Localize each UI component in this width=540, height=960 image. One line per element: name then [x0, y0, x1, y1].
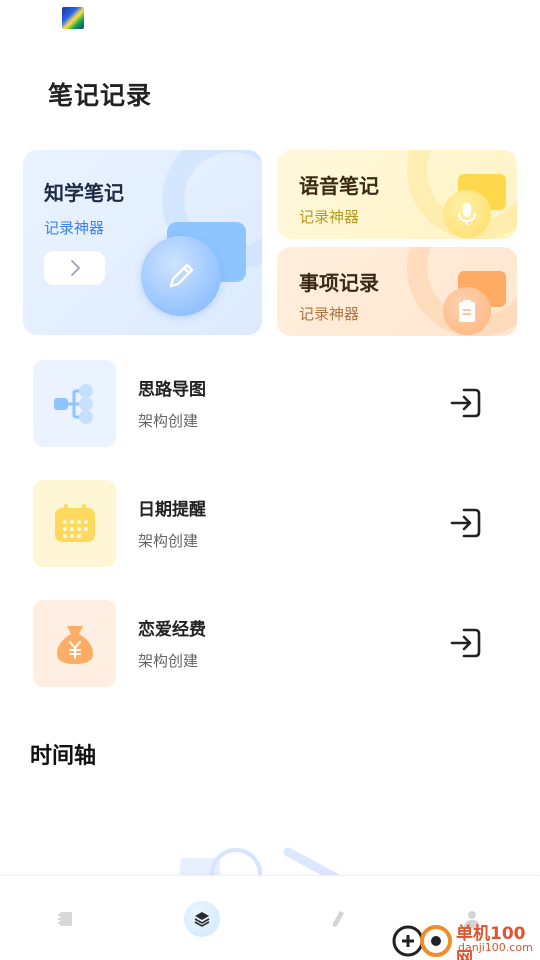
notebook-icon — [58, 912, 72, 926]
layers-icon — [194, 912, 210, 927]
list-item-love-budget[interactable]: 恋爱经费 架构创建 — [33, 600, 503, 688]
voice-note-subtitle: 记录神器 — [299, 208, 360, 226]
calendar-icon — [54, 503, 95, 542]
microphone-badge — [443, 190, 491, 238]
task-record-subtitle: 记录神器 — [299, 305, 360, 323]
site-watermark: 单机100网 danji100.com — [392, 915, 540, 960]
pen-icon — [333, 911, 344, 927]
nav-tab-pen[interactable] — [320, 901, 356, 937]
voice-note-title: 语音笔记 — [299, 174, 379, 198]
nav-tab-layers[interactable] — [184, 901, 220, 937]
timeline-section-title: 时间轴 — [30, 744, 97, 769]
list-item-title: 恋爱经费 — [138, 620, 206, 640]
chevron-right-icon — [70, 260, 80, 276]
list-item-title: 日期提醒 — [138, 500, 206, 520]
nav-tab-notebook[interactable] — [48, 901, 84, 937]
open-button[interactable] — [44, 251, 105, 285]
list-item-mindmap[interactable]: 思路导图 架构创建 — [33, 360, 503, 448]
page-title: 笔记记录 — [48, 81, 153, 110]
clipboard-badge — [443, 287, 491, 335]
empty-state-illustration — [180, 847, 345, 880]
watermark-url: danji100.com — [458, 941, 533, 954]
list-item-title: 思路导图 — [138, 380, 206, 400]
note-card-main-title: 知学笔记 — [44, 181, 124, 205]
note-card-main-subtitle: 记录神器 — [44, 219, 105, 237]
nav-active-indicator — [184, 901, 220, 937]
task-record-card[interactable]: 事项记录 记录神器 — [277, 247, 517, 336]
list-item-date-reminder[interactable]: 日期提醒 架构创建 — [33, 480, 503, 568]
list-item-desc: 架构创建 — [138, 412, 199, 430]
mindmap-tile — [33, 360, 116, 447]
watermark-logo-icon — [392, 925, 452, 957]
money-bag-tile — [33, 600, 116, 687]
calendar-tile — [33, 480, 116, 567]
money-bag-icon — [56, 625, 93, 664]
pencil-badge — [141, 236, 221, 316]
enter-arrow-icon[interactable] — [449, 506, 483, 540]
note-card-main[interactable]: 知学笔记 记录神器 — [23, 150, 262, 335]
list-item-desc: 架构创建 — [138, 652, 199, 670]
clipboard-icon — [459, 300, 475, 322]
microphone-icon — [458, 203, 476, 225]
app-status-icon — [62, 7, 84, 29]
enter-arrow-icon[interactable] — [449, 626, 483, 660]
enter-arrow-icon[interactable] — [449, 386, 483, 420]
voice-note-card[interactable]: 语音笔记 记录神器 — [277, 150, 517, 239]
pencil-icon — [169, 263, 194, 288]
list-item-desc: 架构创建 — [138, 532, 199, 550]
task-record-title: 事项记录 — [299, 271, 379, 295]
mindmap-icon — [53, 383, 93, 424]
